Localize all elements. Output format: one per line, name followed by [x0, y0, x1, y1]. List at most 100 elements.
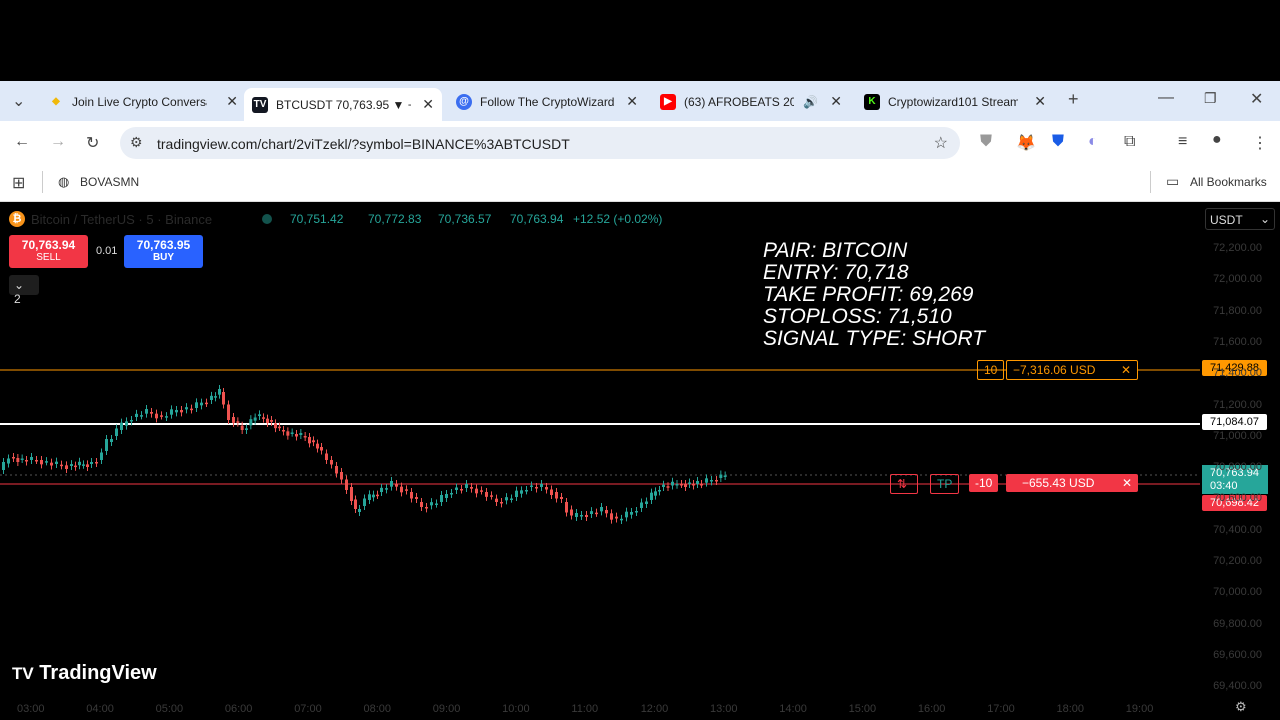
candle — [160, 415, 163, 417]
time-axis-tick: 09:00 — [432, 703, 461, 715]
candle — [95, 462, 98, 464]
take-profit-button[interactable]: TP — [930, 474, 960, 494]
buy-button[interactable]: 70,763.95 BUY — [124, 235, 203, 268]
time-axis-tick: 08:00 — [363, 703, 392, 715]
candle — [500, 502, 503, 504]
candle — [308, 437, 311, 444]
candle — [145, 409, 148, 414]
tab-binance[interactable]: ◆ Join Live Crypto Conversa ✕ — [48, 88, 238, 115]
wizard-icon: @ — [456, 93, 472, 110]
candle — [274, 423, 277, 429]
speaker-icon[interactable]: 🔊 — [803, 95, 818, 109]
candle — [175, 410, 178, 413]
order-pnl-lower[interactable]: −655.43 USD ✕ — [1006, 474, 1138, 492]
tab-search-icon[interactable]: ⌄ — [12, 91, 25, 111]
close-icon[interactable]: ✕ — [626, 93, 638, 110]
restore-icon[interactable]: ❐ — [1204, 90, 1217, 107]
candle — [470, 487, 473, 489]
tradingview-logo[interactable]: TV TradingView — [12, 662, 157, 685]
apps-grid-icon[interactable]: ⊞ — [12, 173, 25, 193]
tradingview-chart[interactable]: ₿ Bitcoin / TetherUS · 5 · Binance 70,75… — [0, 202, 1280, 720]
candle — [475, 488, 478, 494]
price-chart-canvas[interactable] — [0, 202, 1280, 720]
site-info-icon[interactable]: ⚙ — [130, 134, 143, 151]
close-icon[interactable]: ✕ — [422, 96, 434, 113]
candle — [505, 497, 508, 501]
globe-icon: ◍ — [58, 174, 70, 189]
tab-kick[interactable]: K Cryptowizard101 Stream ✕ — [864, 88, 1046, 115]
reverse-position-icon[interactable]: ⇅ — [890, 474, 918, 494]
candle — [286, 431, 290, 436]
buy-price: 70,763.95 — [136, 238, 191, 252]
tab-cryptowizard[interactable]: @ Follow The CryptoWizard ✕ — [456, 88, 638, 115]
forward-icon[interactable]: → — [50, 133, 66, 151]
media-control-icon[interactable]: ≡ — [1178, 133, 1187, 151]
profile-avatar-icon[interactable]: ● — [1212, 131, 1222, 149]
candle — [253, 417, 257, 421]
address-bar[interactable]: ⚙ tradingview.com/chart/2viTzekl/?symbol… — [120, 127, 960, 159]
metamask-icon[interactable]: 🦊 — [1016, 133, 1036, 153]
candle — [575, 513, 578, 517]
time-axis-tick: 15:00 — [848, 703, 877, 715]
candle — [723, 475, 727, 477]
price-axis-tick: 71,600.00 — [1213, 335, 1262, 348]
close-icon[interactable]: ✕ — [1034, 93, 1046, 110]
all-bookmarks[interactable]: All Bookmarks — [1190, 175, 1267, 189]
candle — [590, 511, 593, 514]
tab-youtube[interactable]: ▶ (63) AFROBEATS 2020 🔊 ✕ — [660, 88, 842, 115]
close-icon[interactable]: ✕ — [226, 93, 238, 110]
order-qty-lower[interactable]: -10 — [969, 474, 999, 492]
settings-gear-icon[interactable]: ⚙ — [1235, 699, 1247, 715]
bookmark-bovasmn[interactable]: BOVASMN — [80, 175, 139, 189]
candle — [645, 501, 648, 504]
reload-icon[interactable]: ↻ — [86, 133, 99, 153]
candle — [7, 458, 10, 464]
close-order-icon[interactable]: ✕ — [1121, 363, 1131, 377]
candle — [330, 460, 333, 465]
order-qty-upper[interactable]: 10 — [977, 360, 1005, 380]
candle — [650, 492, 653, 500]
sell-button[interactable]: 70,763.94 SELL — [9, 235, 88, 268]
candle — [565, 502, 568, 513]
order-pnl-upper-value: −7,316.06 USD — [1013, 363, 1096, 377]
signal-take-profit: TAKE PROFIT: 69,269 — [763, 283, 974, 306]
security-extension-icon[interactable]: ⛊ — [1052, 133, 1064, 151]
shield-extension-icon[interactable]: ⛊ — [980, 133, 992, 151]
bookmark-star-icon[interactable]: ☆ — [934, 133, 948, 153]
candle — [715, 480, 718, 482]
candle — [630, 512, 633, 515]
quantity-value[interactable]: 0.01 — [96, 245, 117, 257]
menu-icon[interactable]: ⋮ — [1252, 133, 1268, 153]
candle — [290, 432, 294, 434]
price-axis-tick: 70,000.00 — [1213, 586, 1262, 599]
candle — [445, 494, 448, 498]
close-icon[interactable]: ✕ — [830, 93, 842, 110]
candle — [510, 498, 513, 500]
symbol-title[interactable]: Bitcoin / TetherUS · 5 · Binance — [31, 212, 212, 227]
new-tab-icon[interactable]: + — [1068, 89, 1079, 110]
window-close-icon[interactable]: ✕ — [1250, 89, 1263, 109]
extensions-icon[interactable]: ⧉ — [1124, 133, 1135, 151]
time-axis-tick: 13:00 — [710, 703, 738, 715]
candle — [195, 402, 198, 408]
candle — [595, 512, 598, 515]
order-pnl-upper[interactable]: −7,316.06 USD ✕ — [1006, 360, 1138, 380]
candle — [610, 513, 613, 520]
minimize-icon[interactable]: — — [1158, 89, 1174, 107]
close-position-icon[interactable]: ✕ — [1122, 476, 1132, 490]
candle — [20, 458, 24, 460]
candle — [545, 487, 548, 490]
back-icon[interactable]: ← — [14, 133, 30, 151]
indicators-count: 2 — [14, 292, 21, 306]
indicators-toggle[interactable]: ⌄ 2 — [9, 275, 39, 306]
candle — [490, 495, 493, 497]
candle — [671, 481, 674, 486]
candle — [70, 464, 73, 466]
price-axis-tick: 70,200.00 — [1213, 555, 1262, 567]
tab-tradingview[interactable]: TV BTCUSDT 70,763.95 ▼ −0 ✕ — [244, 88, 442, 121]
currency-select[interactable]: USDT ⌄ — [1205, 208, 1275, 230]
candle — [105, 439, 108, 451]
wallet-extension-icon[interactable]: ◐ — [1088, 133, 1098, 151]
candle — [700, 484, 703, 486]
signal-stoploss: STOPLOSS: 71,510 — [763, 305, 952, 328]
